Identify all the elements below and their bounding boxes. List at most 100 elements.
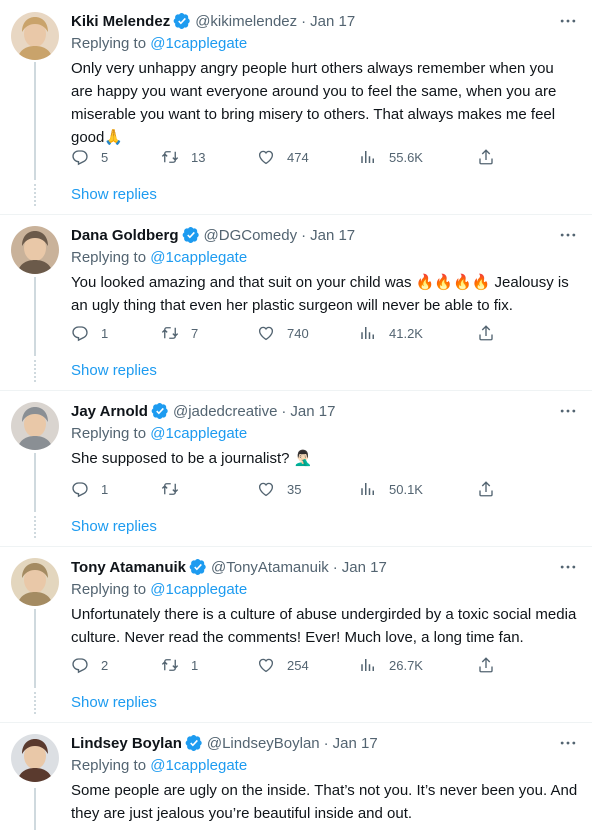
author-handle[interactable]: @LindseyBoylan — [207, 735, 320, 752]
more-options-icon[interactable] — [558, 401, 578, 421]
show-replies-link[interactable]: Show replies — [71, 186, 157, 203]
tweet-content: Dana Goldberg @DGComedy · Jan 17 Replying to… — [71, 225, 578, 317]
retweet-button[interactable] — [161, 479, 191, 499]
retweets-count: 7 — [191, 325, 199, 341]
author-name[interactable]: Lindsey Boylan — [71, 735, 182, 752]
more-options-icon[interactable] — [558, 225, 578, 245]
retweets-count: 13 — [191, 149, 206, 165]
tweet-text: She supposed to be a journalist? 🤦🏻‍♂️ — [71, 450, 313, 467]
author-handle[interactable]: @DGComedy — [204, 227, 298, 244]
thread-connector-dotted — [34, 184, 36, 206]
tweet-divider — [0, 390, 592, 391]
tweet-divider — [0, 722, 592, 723]
tweet-content: Kiki Melendez @kikimelendez · Jan 17 Replyin… — [71, 11, 578, 149]
likes-count: 254 — [287, 657, 309, 673]
like-button[interactable]: 254 — [257, 655, 309, 675]
likes-count: 740 — [287, 325, 309, 341]
tweet-date[interactable]: Jan 17 — [342, 559, 387, 576]
replying-to-mention[interactable]: @1capplegate — [150, 35, 247, 52]
like-button[interactable]: 740 — [257, 323, 309, 343]
avatar[interactable] — [11, 226, 59, 274]
share-button[interactable] — [477, 655, 495, 675]
avatar[interactable] — [11, 12, 59, 60]
retweet-button[interactable]: 13 — [161, 147, 205, 167]
share-icon — [477, 480, 495, 498]
tweet-header: Jay Arnold @jadedcreative · Jan 17 — [71, 401, 578, 421]
tweet-text: Only very unhappy angry people hurt othe… — [71, 60, 557, 146]
replying-to-mention[interactable]: @1capplegate — [150, 425, 247, 442]
like-button[interactable]: 35 — [257, 479, 301, 499]
like-icon — [257, 324, 275, 342]
show-replies-link[interactable]: Show replies — [71, 518, 157, 535]
tweet-text: Unfortunately there is a culture of abus… — [71, 606, 577, 646]
share-button[interactable] — [477, 147, 495, 167]
reply-icon — [71, 656, 89, 674]
avatar[interactable] — [11, 734, 59, 782]
author-handle[interactable]: @kikimelendez — [195, 13, 297, 30]
views-button[interactable]: 50.1K — [359, 479, 423, 499]
author-handle[interactable]: @TonyAtamanuik — [211, 559, 329, 576]
separator-dot: · — [301, 12, 307, 30]
author-name[interactable]: Dana Goldberg — [71, 227, 179, 244]
replies-count: 5 — [101, 149, 109, 165]
thread-connector — [34, 277, 36, 356]
separator-dot: · — [281, 402, 287, 420]
tweet-header: Tony Atamanuik @TonyAtamanuik · Jan 17 — [71, 557, 578, 577]
tweet-date[interactable]: Jan 17 — [290, 403, 335, 420]
reply-button[interactable]: 5 — [71, 147, 108, 167]
views-button[interactable]: 26.7K — [359, 655, 423, 675]
reply-icon — [71, 480, 89, 498]
tweet-date[interactable]: Jan 17 — [333, 735, 378, 752]
replying-to-label: Replying to — [71, 581, 147, 598]
retweet-button[interactable]: 7 — [161, 323, 198, 343]
replying-to-mention[interactable]: @1capplegate — [150, 581, 247, 598]
views-icon — [359, 324, 377, 342]
separator-dot: · — [301, 226, 307, 244]
tweet-content: Jay Arnold @jadedcreative · Jan 17 Replying … — [71, 401, 578, 470]
views-button[interactable]: 55.6K — [359, 147, 423, 167]
views-count: 41.2K — [389, 325, 423, 341]
show-replies-link[interactable]: Show replies — [71, 362, 157, 379]
replying-to-label: Replying to — [71, 35, 147, 52]
reply-button[interactable]: 2 — [71, 655, 108, 675]
thread-connector-dotted — [34, 692, 36, 714]
likes-count: 35 — [287, 481, 302, 497]
author-handle[interactable]: @jadedcreative — [173, 403, 277, 420]
tweet-divider — [0, 214, 592, 215]
replying-to-label: Replying to — [71, 757, 147, 774]
tweet-text: Some people are ugly on the inside. That… — [71, 782, 578, 822]
author-name[interactable]: Tony Atamanuik — [71, 559, 186, 576]
author-name[interactable]: Kiki Melendez — [71, 13, 170, 30]
tweet-date[interactable]: Jan 17 — [310, 227, 355, 244]
tweet-date[interactable]: Jan 17 — [310, 13, 355, 30]
replying-to-label: Replying to — [71, 425, 147, 442]
views-count: 50.1K — [389, 481, 423, 497]
more-options-icon[interactable] — [558, 557, 578, 577]
tweet-text: You looked amazing and that suit on your… — [71, 274, 569, 314]
author-name[interactable]: Jay Arnold — [71, 403, 148, 420]
thread-connector — [34, 788, 36, 830]
reply-button[interactable]: 1 — [71, 323, 108, 343]
replying-to-mention[interactable]: @1capplegate — [150, 249, 247, 266]
avatar[interactable] — [11, 402, 59, 450]
share-button[interactable] — [477, 479, 495, 499]
retweet-button[interactable]: 1 — [161, 655, 198, 675]
more-options-icon[interactable] — [558, 733, 578, 753]
replying-to-mention[interactable]: @1capplegate — [150, 757, 247, 774]
separator-dot: · — [323, 734, 329, 752]
thread-connector-dotted — [34, 516, 36, 538]
show-replies-link[interactable]: Show replies — [71, 694, 157, 711]
verified-badge-icon — [189, 558, 207, 576]
like-button[interactable]: 474 — [257, 147, 309, 167]
verified-badge-icon — [173, 12, 191, 30]
retweets-count: 1 — [191, 657, 199, 673]
retweet-icon — [161, 656, 179, 674]
share-button[interactable] — [477, 323, 495, 343]
share-icon — [477, 656, 495, 674]
views-button[interactable]: 41.2K — [359, 323, 423, 343]
more-options-icon[interactable] — [558, 11, 578, 31]
replying-to: Replying to @1capplegate — [71, 580, 578, 600]
tweet-actions: 1 7 740 41.2K — [71, 323, 511, 343]
avatar[interactable] — [11, 558, 59, 606]
reply-button[interactable]: 1 — [71, 479, 108, 499]
